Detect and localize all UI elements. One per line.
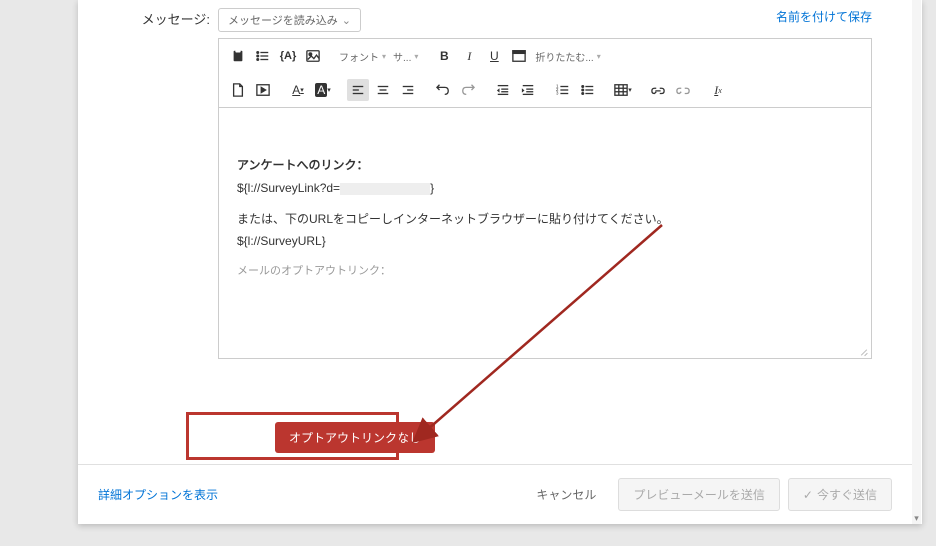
send-button[interactable]: ✓今すぐ送信	[788, 478, 892, 511]
survey-url-value: ${l://SurveyURL}	[237, 230, 853, 253]
scroll-down-icon[interactable]: ▾	[912, 513, 921, 524]
footer: 詳細オプションを表示 キャンセル プレビューメールを送信 ✓今すぐ送信	[78, 464, 912, 524]
bullet-list-icon[interactable]	[577, 79, 599, 101]
text-color-icon[interactable]: A▾	[287, 79, 309, 101]
preview-button[interactable]: プレビューメールを送信	[618, 478, 780, 511]
align-right-icon[interactable]	[397, 79, 419, 101]
table-icon[interactable]: ▾	[612, 79, 634, 101]
link-icon[interactable]	[647, 79, 669, 101]
unlink-icon[interactable]	[672, 79, 694, 101]
redo-icon[interactable]	[457, 79, 479, 101]
align-center-icon[interactable]	[372, 79, 394, 101]
source-icon[interactable]	[508, 45, 530, 67]
size-select[interactable]: サ...	[391, 49, 420, 64]
underline-icon[interactable]: U	[483, 45, 505, 67]
rich-text-editor: {A} フォント サ... B I U 折りたたむ... A▾	[218, 38, 872, 359]
list-icon[interactable]	[252, 45, 274, 67]
piped-text-icon[interactable]: {A}	[277, 45, 299, 67]
advanced-options-link[interactable]: 詳細オプションを表示	[98, 486, 218, 503]
new-page-icon[interactable]	[227, 79, 249, 101]
resize-handle-icon[interactable]	[857, 344, 869, 356]
instruction-text: または、下のURLをコピーしインターネットブラウザーに貼り付けてください。	[237, 208, 853, 231]
bold-icon[interactable]: B	[433, 45, 455, 67]
outdent-icon[interactable]	[492, 79, 514, 101]
preview-icon[interactable]	[252, 79, 274, 101]
survey-link-value: ${l://SurveyLink?d=}	[237, 177, 853, 200]
check-icon: ✓	[803, 488, 813, 502]
image-icon[interactable]	[302, 45, 324, 67]
undo-icon[interactable]	[432, 79, 454, 101]
redacted-text	[340, 183, 430, 195]
optout-label: メールのオプトアウトリンク：	[237, 261, 853, 282]
scrollbar[interactable]: ▾	[912, 0, 921, 524]
paste-icon[interactable]	[227, 45, 249, 67]
no-optout-link-button[interactable]: オプトアウトリンクなし	[275, 422, 435, 453]
editor-content[interactable]: アンケートへのリンク： ${l://SurveyLink?d=} または、下のU…	[219, 108, 871, 358]
indent-icon[interactable]	[517, 79, 539, 101]
bg-color-icon[interactable]: A▾	[312, 79, 334, 101]
editor-panel: ▾ メッセージ: メッセージを読み込み 名前を付けて保存 {A} フォント サ.…	[78, 0, 922, 524]
fold-select[interactable]: 折りたたむ...	[533, 49, 602, 64]
numbered-list-icon[interactable]: 123	[552, 79, 574, 101]
save-as-link[interactable]: 名前を付けて保存	[776, 8, 872, 25]
editor-toolbar: {A} フォント サ... B I U 折りたたむ... A▾	[219, 39, 871, 108]
italic-icon[interactable]: I	[458, 45, 480, 67]
survey-link-label: アンケートへのリンク：	[237, 154, 853, 177]
clear-format-icon[interactable]: Ix	[707, 79, 729, 101]
load-message-button[interactable]: メッセージを読み込み	[218, 8, 361, 32]
align-left-icon[interactable]	[347, 79, 369, 101]
font-select[interactable]: フォント	[337, 49, 388, 64]
svg-text:3: 3	[556, 90, 559, 95]
cancel-button[interactable]: キャンセル	[522, 479, 610, 510]
message-label: メッセージ:	[123, 8, 218, 359]
